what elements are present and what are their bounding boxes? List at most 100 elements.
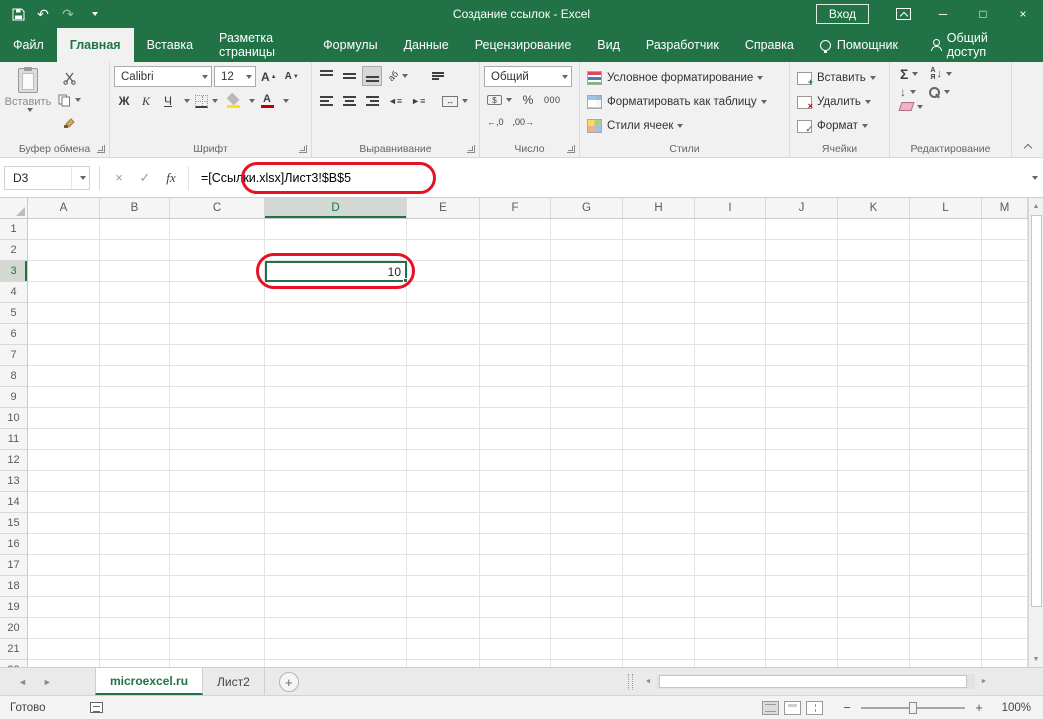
row-header-18[interactable]: 18 bbox=[0, 576, 28, 597]
cell-E10[interactable] bbox=[407, 408, 480, 429]
cell-B11[interactable] bbox=[100, 429, 170, 450]
cell-J21[interactable] bbox=[766, 639, 838, 660]
cell-L13[interactable] bbox=[910, 471, 982, 492]
cell-H18[interactable] bbox=[623, 576, 695, 597]
cell-G10[interactable] bbox=[551, 408, 623, 429]
cell-F13[interactable] bbox=[480, 471, 551, 492]
cell-I12[interactable] bbox=[695, 450, 766, 471]
cell-F1[interactable] bbox=[480, 219, 551, 240]
cell-D2[interactable] bbox=[265, 240, 407, 261]
cell-H7[interactable] bbox=[623, 345, 695, 366]
cell-I20[interactable] bbox=[695, 618, 766, 639]
conditional-formatting-button[interactable]: Условное форматирование bbox=[584, 66, 785, 90]
cell-B12[interactable] bbox=[100, 450, 170, 471]
cell-M11[interactable] bbox=[982, 429, 1028, 450]
cell-K7[interactable] bbox=[838, 345, 910, 366]
cell-K20[interactable] bbox=[838, 618, 910, 639]
cell-C1[interactable] bbox=[170, 219, 265, 240]
cell-B4[interactable] bbox=[100, 282, 170, 303]
cell-F16[interactable] bbox=[480, 534, 551, 555]
dialog-launcher-icon[interactable] bbox=[467, 145, 475, 153]
cell-H10[interactable] bbox=[623, 408, 695, 429]
font-color-button[interactable]: А bbox=[257, 91, 277, 111]
delete-cells-button[interactable]: Удалить bbox=[794, 90, 885, 114]
cell-E16[interactable] bbox=[407, 534, 480, 555]
cell-H22[interactable] bbox=[623, 660, 695, 667]
column-header-B[interactable]: B bbox=[100, 198, 170, 218]
cell-B6[interactable] bbox=[100, 324, 170, 345]
cell-K13[interactable] bbox=[838, 471, 910, 492]
cell-D6[interactable] bbox=[265, 324, 407, 345]
cell-B7[interactable] bbox=[100, 345, 170, 366]
row-header-17[interactable]: 17 bbox=[0, 555, 28, 576]
row-header-12[interactable]: 12 bbox=[0, 450, 28, 471]
cell-H16[interactable] bbox=[623, 534, 695, 555]
cell-H14[interactable] bbox=[623, 492, 695, 513]
cell-G5[interactable] bbox=[551, 303, 623, 324]
cell-J18[interactable] bbox=[766, 576, 838, 597]
row-header-13[interactable]: 13 bbox=[0, 471, 28, 492]
cell-M1[interactable] bbox=[982, 219, 1028, 240]
cell-M9[interactable] bbox=[982, 387, 1028, 408]
scroll-up-icon[interactable]: ▲ bbox=[1029, 198, 1043, 214]
cell-B20[interactable] bbox=[100, 618, 170, 639]
sheet-tab-microexcel.ru[interactable]: microexcel.ru bbox=[95, 668, 203, 695]
copy-button[interactable] bbox=[55, 91, 84, 109]
horizontal-scroll-track[interactable] bbox=[657, 674, 975, 689]
macro-record-icon[interactable] bbox=[90, 702, 103, 713]
cell-B10[interactable] bbox=[100, 408, 170, 429]
cell-A16[interactable] bbox=[28, 534, 100, 555]
cell-J10[interactable] bbox=[766, 408, 838, 429]
cell-F5[interactable] bbox=[480, 303, 551, 324]
column-header-D[interactable]: D bbox=[265, 198, 407, 218]
tab-Разметка страницы[interactable]: Разметка страницы bbox=[206, 28, 310, 62]
cell-A3[interactable] bbox=[28, 261, 100, 282]
column-header-I[interactable]: I bbox=[695, 198, 766, 218]
cell-D21[interactable] bbox=[265, 639, 407, 660]
cell-E18[interactable] bbox=[407, 576, 480, 597]
cell-C18[interactable] bbox=[170, 576, 265, 597]
tab-Рецензирование[interactable]: Рецензирование bbox=[462, 28, 585, 62]
column-header-H[interactable]: H bbox=[623, 198, 695, 218]
fill-button[interactable] bbox=[900, 85, 916, 99]
cell-C4[interactable] bbox=[170, 282, 265, 303]
cell-H21[interactable] bbox=[623, 639, 695, 660]
cell-A1[interactable] bbox=[28, 219, 100, 240]
cell-K19[interactable] bbox=[838, 597, 910, 618]
cell-L5[interactable] bbox=[910, 303, 982, 324]
find-select-button[interactable] bbox=[928, 86, 950, 98]
cell-L12[interactable] bbox=[910, 450, 982, 471]
row-header-21[interactable]: 21 bbox=[0, 639, 28, 660]
cell-A5[interactable] bbox=[28, 303, 100, 324]
cell-E9[interactable] bbox=[407, 387, 480, 408]
cell-B5[interactable] bbox=[100, 303, 170, 324]
sheet-tab-Лист2[interactable]: Лист2 bbox=[203, 668, 265, 695]
undo-icon[interactable]: ↶ bbox=[32, 3, 54, 25]
cell-C16[interactable] bbox=[170, 534, 265, 555]
cell-K4[interactable] bbox=[838, 282, 910, 303]
vertical-scrollbar[interactable]: ▲ ▼ bbox=[1028, 198, 1043, 667]
fill-handle[interactable] bbox=[403, 278, 408, 283]
cell-G18[interactable] bbox=[551, 576, 623, 597]
cell-D10[interactable] bbox=[265, 408, 407, 429]
cell-G6[interactable] bbox=[551, 324, 623, 345]
cell-B22[interactable] bbox=[100, 660, 170, 667]
insert-function-icon[interactable]: fx bbox=[158, 166, 184, 190]
cell-H8[interactable] bbox=[623, 366, 695, 387]
cell-L17[interactable] bbox=[910, 555, 982, 576]
cell-A8[interactable] bbox=[28, 366, 100, 387]
zoom-slider[interactable] bbox=[861, 707, 965, 709]
cell-F15[interactable] bbox=[480, 513, 551, 534]
dialog-launcher-icon[interactable] bbox=[299, 145, 307, 153]
cell-I16[interactable] bbox=[695, 534, 766, 555]
cell-H3[interactable] bbox=[623, 261, 695, 282]
cell-J13[interactable] bbox=[766, 471, 838, 492]
cell-M17[interactable] bbox=[982, 555, 1028, 576]
cell-G14[interactable] bbox=[551, 492, 623, 513]
cell-G7[interactable] bbox=[551, 345, 623, 366]
zoom-in-button[interactable]: + bbox=[971, 700, 987, 715]
cell-L9[interactable] bbox=[910, 387, 982, 408]
cell-K12[interactable] bbox=[838, 450, 910, 471]
cell-B15[interactable] bbox=[100, 513, 170, 534]
italic-button[interactable]: К bbox=[136, 91, 156, 111]
